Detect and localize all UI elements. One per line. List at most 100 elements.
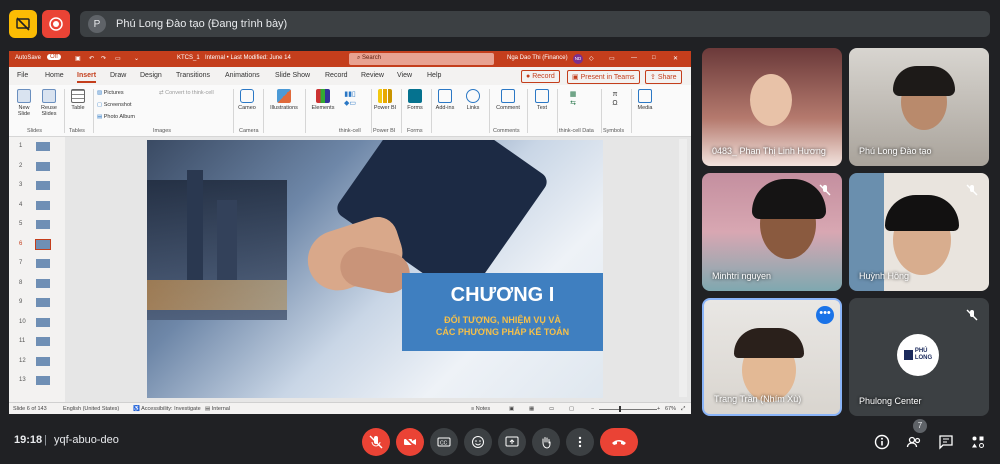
- zoom-level[interactable]: 67%: [665, 406, 676, 412]
- zoom-slider[interactable]: [599, 409, 657, 410]
- media-label: Media: [637, 105, 653, 111]
- slide-thumbnail[interactable]: 13: [15, 375, 61, 387]
- camera-off-button[interactable]: [396, 428, 424, 456]
- customize-icon[interactable]: ⌄: [134, 55, 139, 62]
- share-button[interactable]: ⇪ Share: [645, 70, 682, 84]
- tab-file[interactable]: File: [17, 72, 28, 79]
- cameo-button[interactable]: Cameo: [235, 89, 259, 111]
- slide-thumbnail[interactable]: 5: [15, 219, 61, 231]
- forms-button[interactable]: Forms: [403, 89, 427, 111]
- tab-review[interactable]: Review: [361, 72, 384, 79]
- slide-thumbnail[interactable]: 2: [15, 161, 61, 173]
- convert-think-cell-button[interactable]: ⇄ Convert to think-cell: [159, 90, 214, 96]
- mic-off-button[interactable]: [362, 428, 390, 456]
- screen-share-off-icon[interactable]: [9, 10, 37, 38]
- tab-slide-show[interactable]: Slide Show: [275, 72, 310, 79]
- notes-button[interactable]: ≡ Notes: [471, 406, 490, 412]
- undo-icon[interactable]: ↶: [89, 55, 94, 62]
- participant-tile[interactable]: PHÚ LONG Phulong Center: [849, 298, 989, 416]
- activities-button[interactable]: [964, 428, 992, 456]
- chat-button[interactable]: [932, 428, 960, 456]
- participant-tile-active[interactable]: ••• Trang Trần (Nhím Xù): [702, 298, 842, 416]
- illustrations-button[interactable]: Illustrations: [267, 89, 301, 111]
- vertical-scrollbar[interactable]: [679, 139, 687, 397]
- redo-icon[interactable]: ↷: [101, 55, 106, 62]
- tab-animations[interactable]: Animations: [225, 72, 260, 79]
- zoom-in-icon[interactable]: +: [657, 406, 660, 412]
- captions-button[interactable]: CC: [430, 428, 458, 456]
- slide-thumbnail[interactable]: 11: [15, 336, 61, 348]
- zoom-out-icon[interactable]: −: [591, 406, 594, 412]
- slide-sorter-icon[interactable]: ▦: [529, 406, 534, 412]
- new-slide-button[interactable]: New Slide: [13, 89, 35, 117]
- tab-view[interactable]: View: [397, 72, 412, 79]
- table-button[interactable]: Table: [67, 89, 89, 111]
- power-bi-button[interactable]: Power BI: [373, 89, 397, 111]
- close-icon[interactable]: ✕: [673, 55, 678, 62]
- more-options-icon[interactable]: •••: [816, 306, 834, 324]
- more-options-button[interactable]: [566, 428, 594, 456]
- slideshow-view-icon[interactable]: ▢: [569, 406, 574, 412]
- presenting-chip[interactable]: P Phú Long Đào tạo (Đang trình bày): [80, 11, 990, 37]
- people-button[interactable]: [900, 428, 928, 456]
- media-button[interactable]: Media: [633, 89, 657, 111]
- participant-tile[interactable]: Huỳnh Hồng: [849, 173, 989, 291]
- participant-tile[interactable]: 0483_ Phan Thị Linh Hương: [702, 48, 842, 166]
- tab-record[interactable]: Record: [325, 72, 348, 79]
- slide-thumbnail[interactable]: 9: [15, 297, 61, 309]
- links-button[interactable]: Links: [461, 89, 485, 111]
- slide-thumbnail[interactable]: 7: [15, 258, 61, 270]
- autosave-toggle[interactable]: Off: [47, 54, 61, 60]
- tab-insert[interactable]: Insert: [77, 72, 97, 83]
- zoom-slider-thumb[interactable]: [619, 406, 621, 412]
- symbols-tools[interactable]: πΩ: [603, 90, 627, 108]
- maximize-icon[interactable]: □: [652, 55, 656, 61]
- screenshot-button[interactable]: ▢ Screenshot: [97, 102, 132, 108]
- fit-slide-icon[interactable]: ⤢: [681, 406, 685, 413]
- minimize-icon[interactable]: —: [631, 55, 637, 61]
- leave-call-button[interactable]: [600, 428, 638, 456]
- save-icon[interactable]: ▣: [75, 55, 81, 62]
- present-in-teams-button[interactable]: ▣ Present in Teams: [567, 70, 640, 84]
- text-button[interactable]: Text: [531, 89, 553, 111]
- addins-button[interactable]: Add-ins: [433, 89, 457, 111]
- slide-thumbnail[interactable]: 10: [15, 317, 61, 329]
- slide-thumbnail[interactable]: 12: [15, 356, 61, 368]
- tab-help[interactable]: Help: [427, 72, 441, 79]
- current-slide[interactable]: CHƯƠNG I ĐỐI TƯỢNG, NHIỆM VỤ VÀ CÁC PHƯƠN…: [147, 140, 603, 398]
- record-button[interactable]: ● Record: [521, 70, 560, 83]
- comment-button[interactable]: Comment: [493, 89, 523, 111]
- tab-transitions[interactable]: Transitions: [176, 72, 210, 79]
- tab-design[interactable]: Design: [140, 72, 162, 79]
- participant-tile[interactable]: Minhtri nguyen: [702, 173, 842, 291]
- tab-draw[interactable]: Draw: [110, 72, 126, 79]
- tab-home[interactable]: Home: [45, 72, 64, 79]
- accessibility-status[interactable]: ♿ Accessibility: Investigate: [133, 406, 201, 412]
- user-avatar[interactable]: ND: [573, 54, 583, 64]
- slide-thumbnail[interactable]: 8: [15, 278, 61, 290]
- present-icon[interactable]: ▭: [115, 55, 121, 62]
- think-cell-tools[interactable]: ▮▮▯ ◆▭: [339, 90, 361, 108]
- ribbon-toggle-icon[interactable]: ▭: [609, 55, 615, 62]
- diamond-icon[interactable]: ◇: [589, 55, 594, 62]
- present-now-button[interactable]: [498, 428, 526, 456]
- normal-view-icon[interactable]: ▣: [509, 406, 514, 412]
- raise-hand-button[interactable]: [532, 428, 560, 456]
- slide-thumbnail[interactable]: 1: [15, 141, 61, 153]
- sensitivity-status[interactable]: ▤ Internal: [205, 406, 230, 412]
- search-box[interactable]: ⌕ Search: [349, 53, 494, 65]
- reading-view-icon[interactable]: ▭: [549, 406, 554, 412]
- recording-icon[interactable]: [42, 10, 70, 38]
- reactions-button[interactable]: [464, 428, 492, 456]
- slide-thumbnail[interactable]: 4: [15, 200, 61, 212]
- pictures-button[interactable]: ▨ Pictures: [97, 90, 124, 96]
- photo-album-button[interactable]: ▤ Photo Album: [97, 114, 135, 120]
- elements-button[interactable]: Elements: [309, 89, 337, 111]
- think-cell-data-tools[interactable]: ▦ ⇆: [561, 90, 585, 108]
- language-status[interactable]: English (United States): [63, 406, 119, 412]
- meeting-details-button[interactable]: [868, 428, 896, 456]
- reuse-slides-button[interactable]: Reuse Slides: [37, 89, 61, 117]
- slide-thumbnail[interactable]: 3: [15, 180, 61, 192]
- participant-tile[interactable]: Phú Long Đào tạo: [849, 48, 989, 166]
- slide-thumbnail[interactable]: 6: [15, 238, 61, 251]
